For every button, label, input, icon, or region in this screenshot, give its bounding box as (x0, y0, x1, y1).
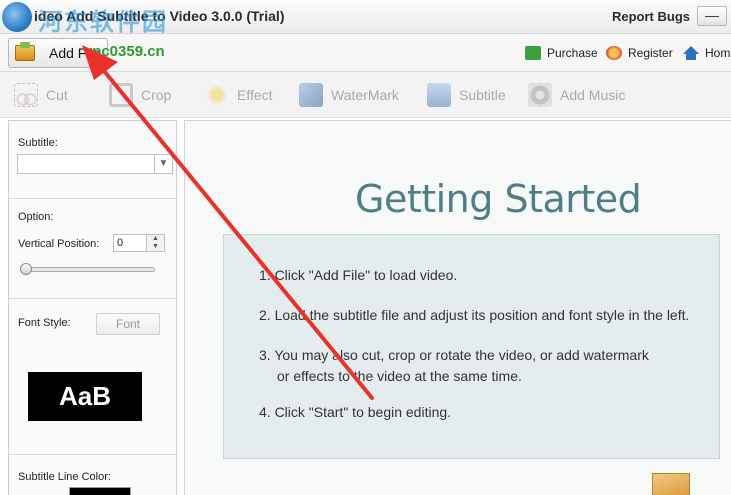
subtitle-dropdown-button[interactable]: ▼ (155, 154, 173, 174)
site-watermark-url: .pc0359.cn (88, 43, 165, 60)
vertical-position-slider-thumb[interactable] (20, 263, 32, 275)
title-bar: ideo Add Subtitle to Video 3.0.0 (Trial)… (0, 0, 731, 36)
font-preview: AaB (28, 372, 142, 421)
font-button[interactable]: Font (96, 313, 160, 335)
vertical-position-label: Vertical Position: (18, 238, 100, 250)
register-icon (606, 46, 622, 60)
subtitle-field-label: Subtitle: (18, 137, 58, 149)
envelope-icon[interactable] (652, 473, 690, 495)
top-bar: Add File .pc0359.cn Purchase Register Ho… (0, 34, 731, 72)
watermark-button[interactable]: WaterMark (299, 80, 399, 110)
instructions-box: 1. Click "Add File" to load video. 2. Lo… (223, 234, 720, 459)
add-music-label: Add Music (560, 87, 626, 103)
minimize-button[interactable]: — (697, 6, 727, 26)
settings-panel: Subtitle: ▼ Option: Vertical Position: 0… (8, 120, 177, 495)
vertical-position-input[interactable]: 0 (113, 234, 147, 252)
sparkle-icon (205, 83, 229, 107)
step-text: 4. Click "Start" to begin editing. (259, 404, 452, 420)
home-label: Home (705, 46, 731, 60)
site-watermark-text: 河东软件园 (38, 8, 168, 36)
home-icon (683, 46, 699, 60)
subtitle-line-color-swatch[interactable] (69, 487, 131, 495)
step-text: 2. Load the subtitle file and adjust its… (259, 307, 690, 323)
subtitle-line-color-label: Subtitle Line Color: (18, 471, 111, 483)
subtitle-icon (427, 83, 451, 107)
crop-label: Crop (141, 87, 172, 103)
vertical-position-slider-track[interactable] (21, 267, 155, 272)
step-text: 3. You may also cut, crop or rotate the … (259, 347, 649, 363)
font-style-label: Font Style: (18, 317, 71, 329)
spin-up-icon: ▲ (152, 235, 159, 242)
scissors-icon (14, 83, 38, 107)
page-title: Getting Started (355, 177, 642, 221)
music-disc-icon (528, 83, 552, 107)
add-file-icon (15, 42, 35, 61)
register-link[interactable]: Register (606, 46, 673, 60)
watermark-icon (299, 83, 323, 107)
crop-button[interactable]: Crop (109, 80, 171, 110)
chevron-down-icon: ▼ (158, 158, 169, 169)
subtitle-select[interactable] (17, 154, 155, 174)
watermark-label: WaterMark (331, 87, 399, 103)
home-link[interactable]: Home (683, 46, 731, 60)
subtitle-button[interactable]: Subtitle (427, 80, 506, 110)
effect-button[interactable]: Effect (205, 80, 273, 110)
step-text: or effects to the video at the same time… (277, 368, 522, 384)
spin-down-icon: ▼ (152, 243, 159, 250)
subtitle-label: Subtitle (459, 87, 506, 103)
option-label: Option: (18, 211, 54, 223)
edit-toolbar: Cut Crop Effect WaterMark Subtitle Add M… (0, 72, 731, 118)
crop-icon (109, 83, 133, 107)
vertical-position-stepper[interactable]: ▲ ▼ (147, 234, 165, 252)
report-bugs-link[interactable]: Report Bugs (612, 9, 690, 24)
purchase-label: Purchase (547, 46, 598, 60)
purchase-link[interactable]: Purchase (525, 46, 598, 60)
step-text: 1. Click "Add File" to load video. (259, 267, 458, 283)
getting-started-panel: Getting Started 1. Click "Add File" to l… (184, 120, 731, 495)
add-music-button[interactable]: Add Music (528, 80, 625, 110)
effect-label: Effect (237, 87, 273, 103)
cart-icon (525, 46, 541, 60)
cut-button[interactable]: Cut (14, 80, 68, 110)
cut-label: Cut (46, 87, 68, 103)
register-label: Register (628, 46, 673, 60)
app-logo-icon (2, 2, 32, 32)
